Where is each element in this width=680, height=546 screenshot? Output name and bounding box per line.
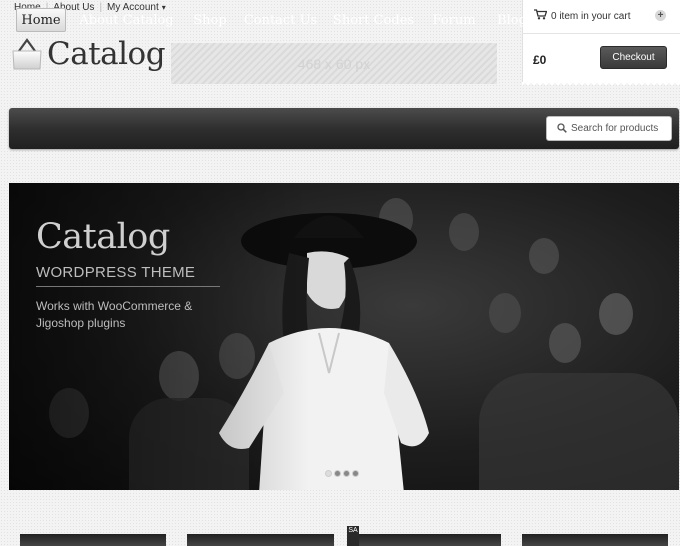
slide-dot-2[interactable] (334, 470, 341, 477)
nav-item-home[interactable]: Home (16, 8, 66, 32)
search-icon (557, 120, 567, 138)
nav-item-contact-us[interactable]: Contact Us (244, 8, 317, 32)
logo-text: Catalog (47, 36, 166, 72)
cart-expand-icon[interactable]: + (655, 10, 666, 21)
ad-banner-placeholder: 468 x 60 px (171, 43, 497, 84)
divider (36, 286, 220, 287)
product-thumbnail-3[interactable] (354, 534, 501, 546)
product-thumbnail-2[interactable] (187, 534, 334, 546)
nav-item-shop[interactable]: Shop (189, 8, 231, 32)
nav-item-blog[interactable]: Blog (493, 8, 531, 32)
slide-subtitle: WORDPRESS THEME (36, 264, 196, 281)
slider-pagination (325, 470, 359, 477)
nav-item-forum[interactable]: Forum (429, 8, 479, 32)
slide-description: Works with WooCommerce & Jigoshop plugin… (36, 299, 193, 330)
checkout-button[interactable]: Checkout (600, 46, 667, 69)
banner-size-label: 468 x 60 px (297, 55, 371, 72)
divider (522, 33, 680, 34)
slide-title: Catalog (36, 217, 170, 257)
product-search[interactable] (546, 116, 672, 141)
cart-summary[interactable]: 0 item in your cart (534, 9, 630, 23)
nav-item-about-catalog[interactable]: About Catalog (78, 8, 175, 32)
slide-dot-4[interactable] (352, 470, 359, 477)
site-logo[interactable]: Catalog (10, 36, 166, 72)
search-input[interactable] (571, 123, 671, 134)
cart-icon (534, 9, 548, 23)
cart-status: 0 item in your cart (551, 10, 631, 22)
cart-total: £0 (533, 53, 547, 67)
sale-badge: SA (347, 526, 359, 546)
slide-dot-3[interactable] (343, 470, 350, 477)
cart-edge (522, 82, 680, 88)
product-thumbnail-1[interactable] (20, 534, 166, 546)
nav-item-short-codes[interactable]: Short Codes (332, 8, 415, 32)
bag-logo-icon (10, 37, 44, 71)
product-thumbnail-4[interactable] (522, 534, 668, 546)
slide-dot-1[interactable] (325, 470, 332, 477)
